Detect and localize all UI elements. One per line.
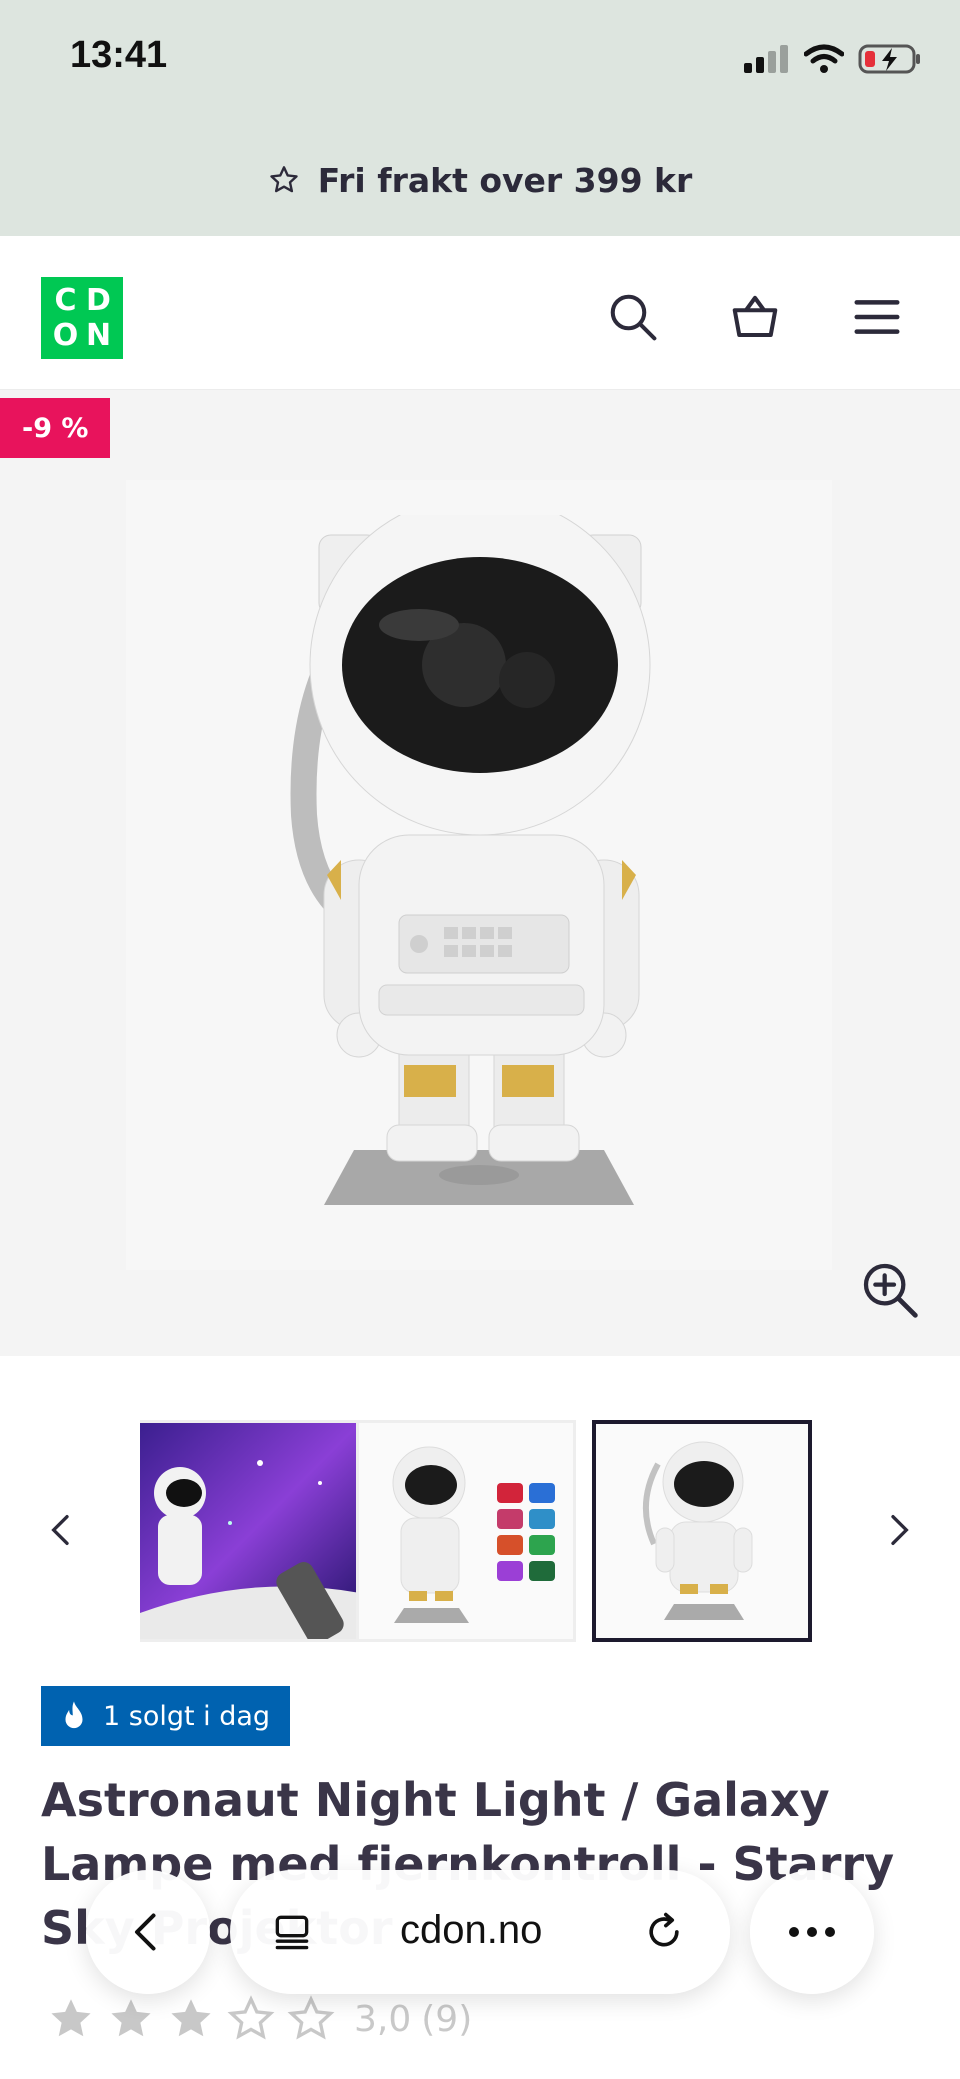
star-outline-icon bbox=[269, 166, 298, 193]
thumbnail-color-modes[interactable] bbox=[356, 1420, 576, 1642]
logo-letter: D bbox=[86, 283, 111, 318]
url-text: cdon.no bbox=[400, 1908, 543, 1952]
rating-count: (9) bbox=[421, 1998, 473, 2040]
basket-icon bbox=[732, 295, 778, 338]
discount-badge: -9 % bbox=[0, 398, 111, 458]
browser-more-button[interactable] bbox=[750, 1870, 874, 1994]
tabs-icon bbox=[275, 1915, 309, 1950]
sold-today-badge: 1 solgt i dag bbox=[41, 1686, 291, 1746]
browser-back-button[interactable] bbox=[86, 1870, 210, 1994]
wifi-icon bbox=[804, 44, 844, 73]
star-outline-icon bbox=[227, 1995, 275, 2040]
status-icons bbox=[744, 40, 922, 78]
thumbnail-galaxy-image bbox=[140, 1423, 357, 1639]
star-filled-icon bbox=[111, 1999, 151, 2037]
sold-today-text: 1 solgt i dag bbox=[103, 1700, 271, 1732]
site-header: C D O N bbox=[0, 236, 960, 390]
thumbnail-astronaut-image bbox=[596, 1424, 808, 1638]
product-gallery: -9 % bbox=[0, 390, 960, 1356]
carousel-prev-button[interactable] bbox=[42, 1510, 82, 1550]
thumbnail-color-modes-image bbox=[359, 1423, 573, 1639]
menu-icon bbox=[854, 300, 900, 334]
menu-button[interactable] bbox=[844, 284, 910, 350]
logo-letter: C bbox=[54, 283, 77, 318]
more-icon bbox=[789, 1927, 835, 1937]
logo-letter: O bbox=[52, 318, 79, 353]
battery-icon bbox=[858, 44, 920, 74]
signal-icon bbox=[744, 45, 788, 73]
astronaut-lamp-image bbox=[290, 515, 651, 1205]
product-main-image[interactable] bbox=[126, 480, 832, 1270]
logo-letter: N bbox=[85, 318, 112, 353]
promo-text: Fri frakt over 399 kr bbox=[317, 160, 693, 200]
reload-icon[interactable] bbox=[642, 1910, 686, 1954]
basket-button[interactable] bbox=[722, 284, 788, 350]
product-rating[interactable]: 3,0 (9) bbox=[46, 1994, 472, 2044]
thumbnail-carousel bbox=[0, 1410, 960, 1650]
rating-value: 3,0 bbox=[354, 1998, 412, 2040]
promo-banner: Fri frakt over 399 kr bbox=[0, 150, 960, 210]
chevron-right-icon bbox=[891, 1515, 909, 1545]
zoom-in-icon bbox=[863, 1263, 918, 1318]
browser-address-bar[interactable]: cdon.no bbox=[230, 1870, 730, 1994]
thumbnail-galaxy-projection[interactable] bbox=[140, 1420, 360, 1642]
star-filled-icon bbox=[51, 1999, 91, 2037]
flame-icon bbox=[65, 1701, 83, 1729]
search-button[interactable] bbox=[600, 284, 666, 350]
zoom-button[interactable] bbox=[858, 1258, 922, 1322]
search-icon bbox=[610, 294, 657, 341]
star-filled-icon bbox=[171, 1999, 211, 2037]
thumbnail-astronaut[interactable] bbox=[592, 1420, 812, 1642]
star-outline-icon bbox=[287, 1995, 335, 2040]
carousel-next-button[interactable] bbox=[878, 1510, 918, 1550]
cdon-logo[interactable]: C D O N bbox=[41, 277, 123, 359]
top-band: 13:41 Fri frakt over 399 kr bbox=[0, 0, 960, 236]
back-icon bbox=[134, 1913, 156, 1951]
chevron-left-icon bbox=[51, 1515, 69, 1545]
status-time: 13:41 bbox=[70, 34, 168, 76]
